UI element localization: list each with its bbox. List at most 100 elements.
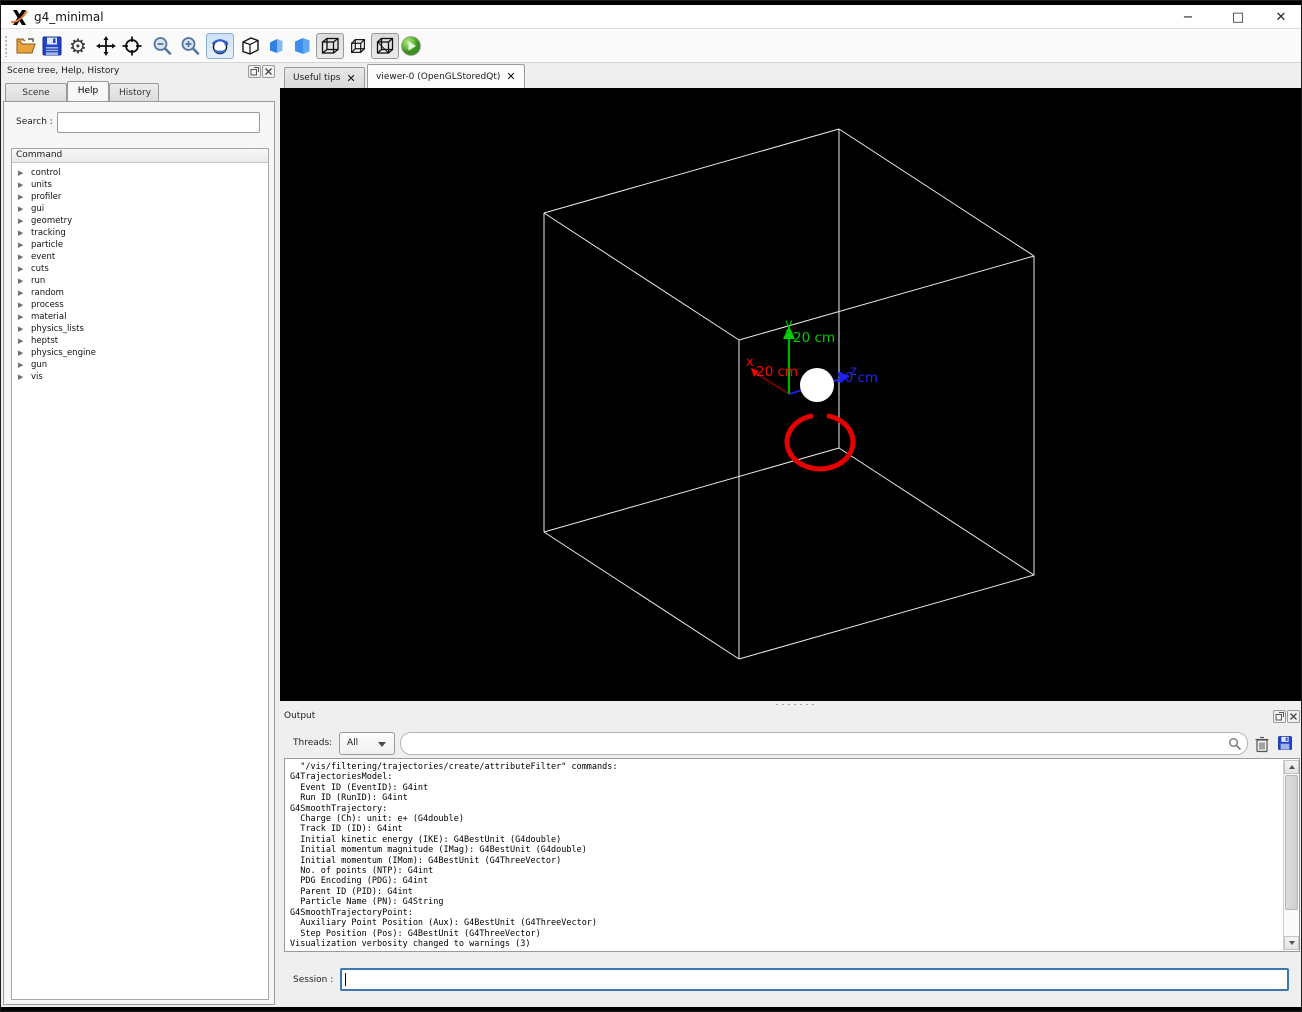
save-button[interactable] bbox=[39, 33, 65, 59]
expand-arrow-icon[interactable]: ▶ bbox=[18, 323, 23, 335]
tree-item-heptst[interactable]: ▶heptst bbox=[12, 335, 268, 347]
zoom-out-icon bbox=[151, 35, 173, 57]
rotate-mode-button[interactable] bbox=[206, 33, 234, 59]
left-dock-close-button[interactable] bbox=[262, 65, 275, 78]
wireframe-style-button[interactable] bbox=[237, 33, 263, 59]
cube-orthographic-icon bbox=[374, 35, 396, 57]
chevron-down-icon bbox=[378, 742, 386, 747]
tree-item-process[interactable]: ▶process bbox=[12, 299, 268, 311]
hidden-line-style-button[interactable] bbox=[263, 33, 289, 59]
expand-arrow-icon[interactable]: ▶ bbox=[18, 371, 23, 383]
command-tree-list: ▶control ▶units ▶profiler ▶gui ▶geometry… bbox=[12, 163, 268, 383]
cube-view-button[interactable] bbox=[345, 33, 371, 59]
tree-item-physics-lists[interactable]: ▶physics_lists bbox=[12, 323, 268, 335]
expand-arrow-icon[interactable]: ▶ bbox=[18, 287, 23, 299]
scroll-down-button[interactable] bbox=[1284, 936, 1299, 950]
tree-item-gun[interactable]: ▶gun bbox=[12, 359, 268, 371]
expand-arrow-icon[interactable]: ▶ bbox=[18, 299, 23, 311]
x-axis-label: x bbox=[746, 355, 754, 370]
float-window-icon bbox=[250, 67, 259, 76]
tree-item-random[interactable]: ▶random bbox=[12, 287, 268, 299]
horizontal-splitter[interactable] bbox=[278, 701, 1302, 708]
search-label: Search : bbox=[16, 117, 53, 127]
toolbar-drag-handle[interactable] bbox=[4, 35, 9, 57]
open-folder-icon bbox=[14, 34, 38, 58]
zoom-out-button[interactable] bbox=[149, 33, 175, 59]
scroll-up-button[interactable] bbox=[1284, 760, 1299, 774]
expand-arrow-icon[interactable]: ▶ bbox=[18, 179, 23, 191]
tree-item-control[interactable]: ▶control bbox=[12, 167, 268, 179]
title-bar[interactable]: g4_minimal − □ ✕ bbox=[1, 5, 1302, 29]
expand-arrow-icon[interactable]: ▶ bbox=[18, 311, 23, 323]
tree-item-particle[interactable]: ▶particle bbox=[12, 239, 268, 251]
half-solid-box-icon bbox=[265, 35, 287, 57]
tab-close-icon[interactable]: ✕ bbox=[346, 72, 355, 85]
opengl-viewport[interactable]: x 20 cm y 20 cm z 20 cm bbox=[280, 88, 1302, 701]
tree-item-profiler[interactable]: ▶profiler bbox=[12, 191, 268, 203]
command-tree-header: Command bbox=[12, 149, 268, 163]
tab-viewer-0[interactable]: viewer-0 (OpenGLStoredQt) ✕ bbox=[367, 64, 525, 88]
tree-item-geometry[interactable]: ▶geometry bbox=[12, 215, 268, 227]
maximize-button[interactable]: □ bbox=[1221, 7, 1255, 28]
tree-item-material[interactable]: ▶material bbox=[12, 311, 268, 323]
search-icon bbox=[1228, 737, 1241, 750]
tab-close-icon[interactable]: ✕ bbox=[506, 70, 515, 83]
expand-arrow-icon[interactable]: ▶ bbox=[18, 203, 23, 215]
center-view-button[interactable] bbox=[119, 33, 145, 59]
run-button[interactable] bbox=[398, 33, 424, 59]
expand-arrow-icon[interactable]: ▶ bbox=[18, 335, 23, 347]
output-dock-float-button[interactable] bbox=[1273, 710, 1286, 723]
expand-arrow-icon[interactable]: ▶ bbox=[18, 239, 23, 251]
sphere-volume bbox=[800, 368, 834, 402]
tree-item-cuts[interactable]: ▶cuts bbox=[12, 263, 268, 275]
tab-scene-tree[interactable]: Scene tree bbox=[5, 83, 67, 101]
settings-button[interactable]: ⚙ bbox=[65, 33, 91, 59]
open-file-button[interactable] bbox=[13, 33, 39, 59]
left-dock-float-button[interactable] bbox=[248, 65, 261, 78]
save-output-icon[interactable] bbox=[1277, 735, 1293, 751]
rotate-3d-icon bbox=[209, 35, 231, 57]
minimize-button[interactable]: − bbox=[1171, 7, 1205, 28]
clear-output-trash-icon[interactable] bbox=[1254, 735, 1270, 753]
expand-arrow-icon[interactable]: ▶ bbox=[18, 191, 23, 203]
tree-item-tracking[interactable]: ▶tracking bbox=[12, 227, 268, 239]
tree-item-physics-engine[interactable]: ▶physics_engine bbox=[12, 347, 268, 359]
threads-label: Threads: bbox=[293, 738, 332, 748]
expand-arrow-icon[interactable]: ▶ bbox=[18, 227, 23, 239]
expand-arrow-icon[interactable]: ▶ bbox=[18, 215, 23, 227]
output-scrollbar[interactable] bbox=[1283, 760, 1298, 950]
output-log[interactable]: "/vis/filtering/trajectories/create/attr… bbox=[284, 758, 1300, 952]
tree-item-gui[interactable]: ▶gui bbox=[12, 203, 268, 215]
tab-help[interactable]: Help bbox=[67, 81, 109, 101]
tab-history[interactable]: History bbox=[109, 83, 159, 101]
tree-item-run[interactable]: ▶run bbox=[12, 275, 268, 287]
arrow-up-icon bbox=[1289, 765, 1295, 769]
perspective-view-button[interactable] bbox=[316, 33, 344, 59]
tree-item-vis[interactable]: ▶vis bbox=[12, 371, 268, 383]
tab-useful-tips[interactable]: Useful tips ✕ bbox=[284, 67, 365, 88]
output-filter-input[interactable] bbox=[400, 732, 1248, 755]
search-input[interactable] bbox=[57, 112, 260, 133]
tree-item-event[interactable]: ▶event bbox=[12, 251, 268, 263]
expand-arrow-icon[interactable]: ▶ bbox=[18, 359, 23, 371]
orthographic-view-button[interactable] bbox=[371, 33, 399, 59]
session-label: Session : bbox=[293, 975, 333, 985]
expand-arrow-icon[interactable]: ▶ bbox=[18, 347, 23, 359]
tree-item-units[interactable]: ▶units bbox=[12, 179, 268, 191]
expand-arrow-icon[interactable]: ▶ bbox=[18, 263, 23, 275]
expand-arrow-icon[interactable]: ▶ bbox=[18, 167, 23, 179]
cube-perspective-icon bbox=[319, 35, 341, 57]
pan-button[interactable] bbox=[93, 33, 119, 59]
save-floppy-icon bbox=[41, 35, 63, 57]
expand-arrow-icon[interactable]: ▶ bbox=[18, 251, 23, 263]
session-input[interactable] bbox=[340, 968, 1289, 991]
left-dock-title: Scene tree, Help, History bbox=[7, 66, 119, 76]
zoom-in-button[interactable] bbox=[177, 33, 203, 59]
expand-arrow-icon[interactable]: ▶ bbox=[18, 275, 23, 287]
close-button[interactable]: ✕ bbox=[1264, 7, 1298, 28]
output-dock-close-button[interactable] bbox=[1287, 710, 1300, 723]
threads-dropdown[interactable]: All bbox=[339, 732, 395, 755]
scrollbar-thumb[interactable] bbox=[1285, 775, 1298, 910]
surface-style-button[interactable] bbox=[289, 33, 315, 59]
gear-icon: ⚙ bbox=[69, 36, 87, 56]
